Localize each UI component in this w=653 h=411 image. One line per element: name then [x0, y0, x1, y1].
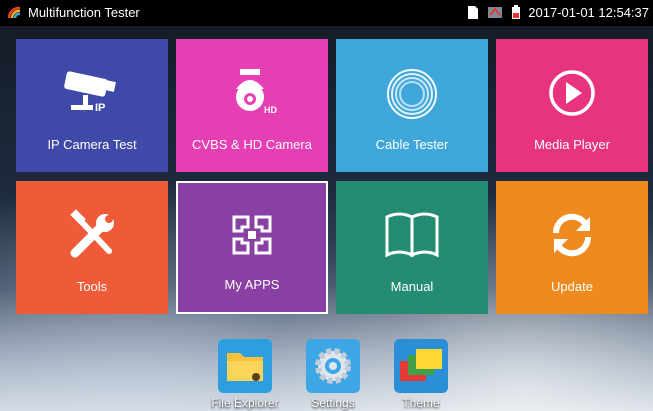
- network-icon: [488, 7, 502, 18]
- dock-label: Settings: [311, 396, 355, 410]
- clock: 2017-01-01 12:54:37: [528, 5, 649, 20]
- tile-manual[interactable]: Manual: [336, 181, 488, 314]
- svg-text:IP: IP: [95, 102, 105, 114]
- tile-tools[interactable]: Tools: [16, 181, 168, 314]
- app-logo-icon: [8, 6, 21, 19]
- dock-theme[interactable]: Theme: [392, 339, 450, 411]
- battery-icon: [512, 5, 520, 19]
- ptz-dome-camera-icon: HD: [236, 69, 277, 115]
- tools-icon: [70, 209, 114, 258]
- dock-settings[interactable]: Settings: [304, 339, 362, 411]
- svg-text:HD: HD: [264, 105, 277, 115]
- tile-label: IP Camera Test: [47, 137, 137, 152]
- apps-icon: [232, 215, 272, 255]
- cctv-camera-icon: IP: [64, 71, 116, 114]
- book-icon: [385, 212, 439, 258]
- gear-icon: [306, 339, 360, 393]
- play-icon: [549, 70, 595, 116]
- tile-cable-tester[interactable]: Cable Tester: [336, 39, 488, 172]
- tile-my-apps[interactable]: My APPS: [176, 181, 328, 314]
- tile-label: Update: [551, 279, 593, 294]
- tile-label: Manual: [390, 279, 434, 294]
- theme-icon: [394, 339, 448, 393]
- tile-cvbs-hd-camera[interactable]: HD CVBS & HD Camera: [176, 39, 328, 172]
- dock-label: Theme: [402, 396, 440, 410]
- status-bar: Multifunction Tester 2017-01-01 12:54:37: [0, 0, 653, 26]
- refresh-icon: [552, 213, 592, 257]
- sd-card-icon: [468, 6, 478, 19]
- dock-file-explorer[interactable]: File Explorer: [211, 339, 279, 411]
- tile-label: Media Player: [534, 137, 610, 152]
- tile-update[interactable]: Update: [496, 181, 648, 314]
- tile-label: CVBS & HD Camera: [192, 137, 312, 152]
- dock-label: File Explorer: [211, 396, 279, 410]
- folder-icon: [218, 339, 272, 393]
- status-title: Multifunction Tester: [28, 5, 140, 20]
- tile-media-player[interactable]: Media Player: [496, 39, 648, 172]
- cable-coil-icon: [387, 69, 437, 119]
- tile-label: Tools: [76, 279, 108, 294]
- tile-ip-camera-test[interactable]: IP IP Camera Test: [16, 39, 168, 172]
- tile-label: My APPS: [224, 277, 280, 292]
- tile-label: Cable Tester: [375, 137, 449, 152]
